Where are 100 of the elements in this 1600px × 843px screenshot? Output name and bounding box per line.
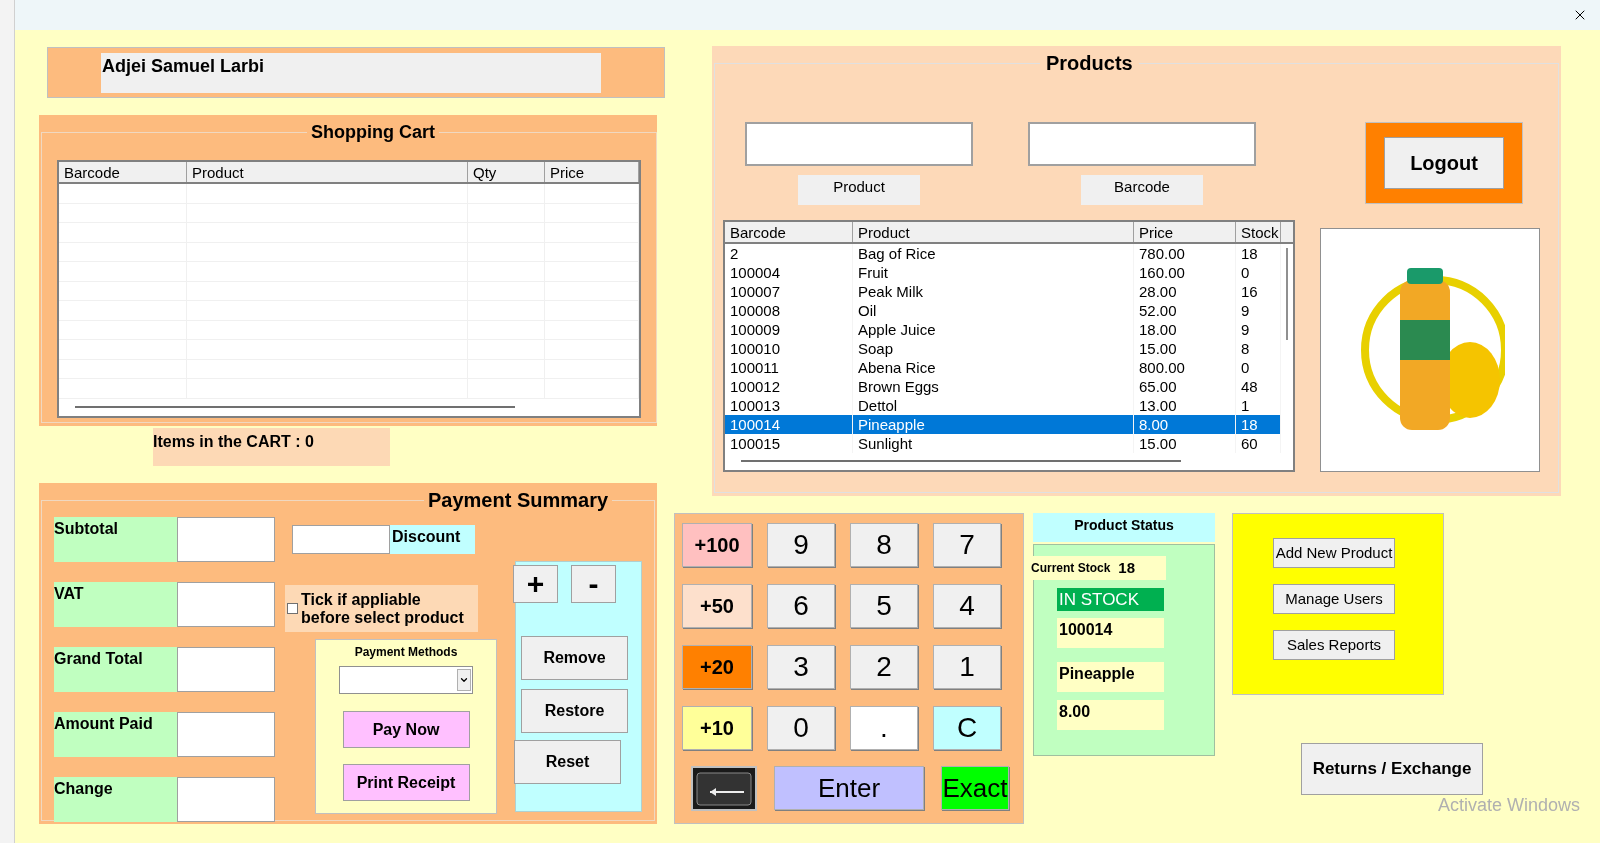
keypad-button[interactable]: 3: [767, 645, 835, 689]
table-row[interactable]: 2 Bag of Rice 780.00 18: [725, 244, 1281, 263]
field-label: Subtotal: [54, 517, 177, 562]
returns-exchange-button[interactable]: Returns / Exchange: [1301, 743, 1483, 795]
table-cell: 16: [1236, 282, 1281, 301]
keypad-button[interactable]: Exact: [941, 766, 1009, 810]
table-row[interactable]: 100011 Abena Rice 800.00 0: [725, 358, 1281, 377]
backspace-button[interactable]: [691, 766, 757, 811]
table-row[interactable]: 100007 Peak Milk 28.00 16: [725, 282, 1281, 301]
cart-action-button[interactable]: Reset: [514, 740, 621, 784]
keypad-button[interactable]: 0: [767, 706, 835, 750]
keypad-button[interactable]: +100: [682, 523, 752, 567]
logout-button[interactable]: Logout: [1384, 137, 1504, 189]
text-field[interactable]: [177, 647, 275, 692]
text-field[interactable]: [292, 525, 390, 554]
table-cell: 100012: [725, 377, 853, 396]
admin-button[interactable]: Sales Reports: [1273, 630, 1395, 660]
column-header[interactable]: Product: [853, 222, 1134, 242]
table-row[interactable]: 100008 Oil 52.00 9: [725, 301, 1281, 320]
text-field[interactable]: [745, 122, 973, 166]
admin-button[interactable]: Add New Product: [1273, 538, 1395, 568]
field-label: VAT: [54, 582, 177, 627]
keypad-button[interactable]: 7: [933, 523, 1001, 567]
keypad-button[interactable]: 5: [850, 584, 918, 628]
keypad-button[interactable]: +50: [682, 584, 752, 628]
table-cell: Brown Eggs: [853, 377, 1134, 396]
vat-checkbox[interactable]: Tick if appliable before select product: [285, 585, 478, 632]
user-name: Adjei Samuel Larbi: [101, 53, 601, 93]
admin-button[interactable]: Manage Users: [1273, 584, 1395, 614]
cart-count-label: Items in the CART : 0: [153, 428, 390, 466]
column-header[interactable]: Barcode: [59, 162, 187, 182]
table-cell: 100007: [725, 282, 853, 301]
table-row[interactable]: 100015 Sunlight 15.00 60: [725, 434, 1281, 453]
status-value: 8.00: [1057, 700, 1164, 730]
column-header[interactable]: Price: [545, 162, 639, 182]
product-status-title: Product Status: [1033, 513, 1215, 542]
cart-action-button[interactable]: Remove: [521, 636, 628, 680]
table-cell: Fruit: [853, 263, 1134, 282]
payment-button[interactable]: Print Receipt: [342, 764, 470, 801]
column-header[interactable]: Price: [1134, 222, 1236, 242]
table-cell: 48: [1236, 377, 1281, 396]
text-field[interactable]: [177, 712, 275, 757]
table-cell: 18: [1236, 244, 1281, 263]
keypad-button[interactable]: C: [933, 706, 1001, 750]
table-cell: Pineapple: [853, 415, 1134, 434]
table-cell: 100004: [725, 263, 853, 282]
panel-title: Products: [1045, 51, 1134, 76]
cart-action-button[interactable]: Restore: [521, 689, 628, 733]
table-row[interactable]: 100014 Pineapple 8.00 18: [725, 415, 1281, 434]
keypad-button[interactable]: Enter: [774, 766, 924, 810]
table-cell: 780.00: [1134, 244, 1236, 263]
column-header[interactable]: Product: [187, 162, 468, 182]
column-header[interactable]: Barcode: [725, 222, 853, 242]
quantity-button[interactable]: +: [513, 565, 558, 603]
vertical-scrollbar[interactable]: [1286, 248, 1288, 340]
horizontal-scrollbar[interactable]: [75, 406, 515, 408]
keypad-button[interactable]: 9: [767, 523, 835, 567]
table-cell: 0: [1236, 358, 1281, 377]
discount-label: Discount: [390, 525, 475, 554]
text-field[interactable]: [177, 777, 275, 822]
table-cell: Apple Juice: [853, 320, 1134, 339]
table-cell: 9: [1236, 320, 1281, 339]
payment-button[interactable]: Pay Now: [342, 711, 470, 748]
text-field[interactable]: [177, 517, 275, 562]
table-row[interactable]: 100010 Soap 15.00 8: [725, 339, 1281, 358]
table-cell: 9: [1236, 301, 1281, 320]
panel-title: Payment Summary: [427, 488, 610, 513]
keypad-button[interactable]: 4: [933, 584, 1001, 628]
keypad-button[interactable]: 1: [933, 645, 1001, 689]
keypad-button[interactable]: 6: [767, 584, 835, 628]
panel-title: Shopping Cart: [310, 121, 436, 144]
status-value: Pineapple: [1057, 662, 1164, 692]
table-cell: Peak Milk: [853, 282, 1134, 301]
keypad-button[interactable]: 8: [850, 523, 918, 567]
payment-method-dropdown[interactable]: [339, 666, 473, 694]
table-cell: 65.00: [1134, 377, 1236, 396]
table-cell: 100014: [725, 415, 853, 434]
keypad-button[interactable]: +20: [682, 645, 752, 689]
text-field[interactable]: [1028, 122, 1256, 166]
quantity-button[interactable]: -: [571, 565, 616, 603]
horizontal-scrollbar[interactable]: [741, 460, 1181, 462]
text-field[interactable]: [177, 582, 275, 627]
table-row[interactable]: 100012 Brown Eggs 65.00 48: [725, 377, 1281, 396]
table-row[interactable]: 100004 Fruit 160.00 0: [725, 263, 1281, 282]
table-cell: Soap: [853, 339, 1134, 358]
table-cell: 18.00: [1134, 320, 1236, 339]
backspace-key-icon: [696, 771, 752, 806]
table-cell: 100011: [725, 358, 853, 377]
keypad-button[interactable]: 2: [850, 645, 918, 689]
table-cell: 2: [725, 244, 853, 263]
keypad-button[interactable]: +10: [682, 706, 752, 750]
keypad-button[interactable]: .: [850, 706, 918, 750]
current-stock-value: 18: [1118, 557, 1136, 578]
column-header[interactable]: Stock: [1236, 222, 1281, 242]
table-cell: Abena Rice: [853, 358, 1134, 377]
column-header[interactable]: Qty: [468, 162, 545, 182]
field-label: Amount Paid: [54, 712, 177, 757]
table-row[interactable]: 100009 Apple Juice 18.00 9: [725, 320, 1281, 339]
table-cell: Bag of Rice: [853, 244, 1134, 263]
table-cell: 8: [1236, 339, 1281, 358]
